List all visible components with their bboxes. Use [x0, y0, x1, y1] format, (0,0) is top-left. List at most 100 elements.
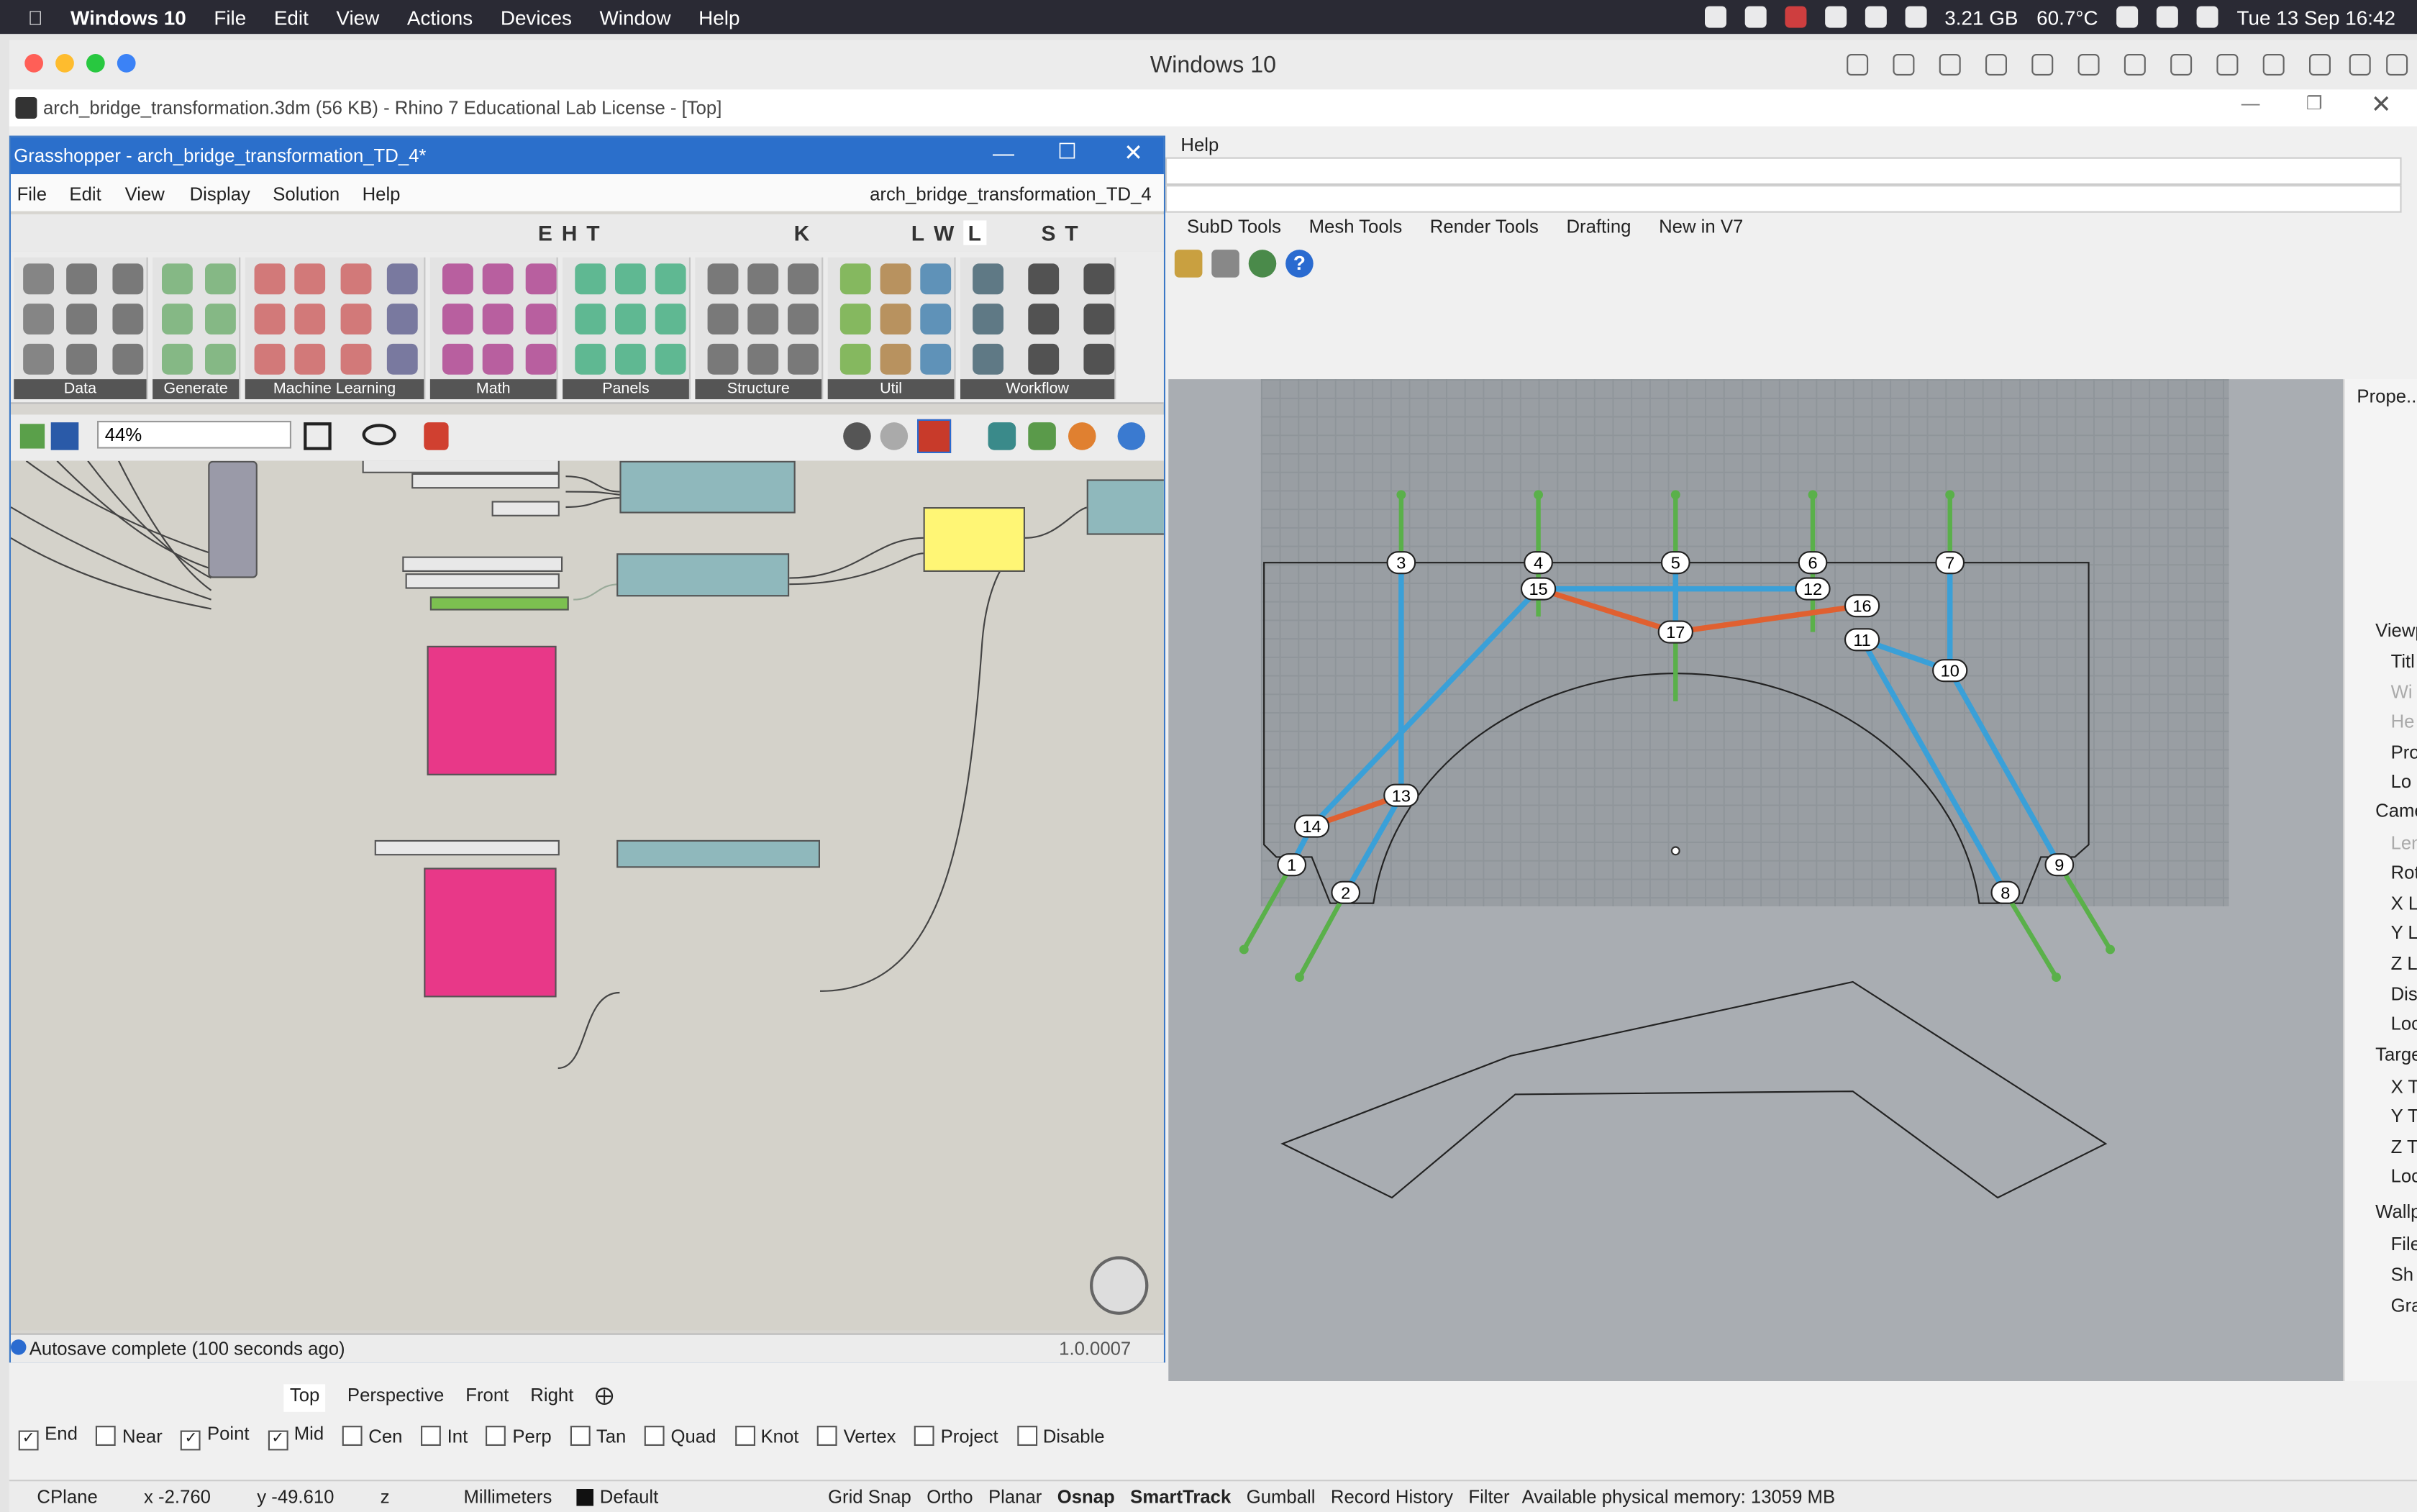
rhino-maximize-icon[interactable]: ❐: [2306, 93, 2323, 114]
component-icon[interactable]: [839, 343, 871, 375]
display-sphere-icon[interactable]: [1117, 422, 1146, 450]
globe-icon[interactable]: [2077, 54, 2100, 76]
component-icon[interactable]: [707, 304, 739, 334]
back-icon[interactable]: [2349, 54, 2371, 76]
component-icon[interactable]: [66, 343, 97, 375]
gh-menu-solution[interactable]: Solution: [273, 183, 340, 205]
component-icon[interactable]: [340, 263, 372, 295]
osnap-checkbox[interactable]: [1016, 1426, 1037, 1446]
gh-menu-edit[interactable]: Edit: [69, 183, 101, 205]
osnap-checkbox[interactable]: [96, 1426, 117, 1446]
mute-icon[interactable]: [1985, 54, 2007, 76]
component-tab[interactable]: L: [911, 220, 924, 245]
mac-menu-help[interactable]: Help: [698, 6, 739, 29]
boolean-toggle[interactable]: [429, 596, 569, 611]
gh-menu-display[interactable]: Display: [190, 183, 250, 205]
mac-menu-actions[interactable]: Actions: [407, 6, 473, 29]
component-icon[interactable]: [575, 263, 606, 295]
component-tab[interactable]: H: [562, 220, 578, 245]
osnap-vertex[interactable]: Vertex: [817, 1426, 896, 1447]
ortho-toggle[interactable]: Ortho: [927, 1486, 973, 1508]
drive-icon[interactable]: [2216, 54, 2239, 76]
cluster-component[interactable]: [619, 460, 796, 514]
panel-yellow[interactable]: [923, 507, 1025, 572]
component-icon[interactable]: [386, 343, 418, 375]
camera-off-icon[interactable]: [2031, 54, 2054, 76]
component-icon[interactable]: [747, 263, 779, 295]
mac-app-name[interactable]: Windows 10: [70, 6, 186, 29]
osnap-int[interactable]: Int: [421, 1426, 468, 1447]
tab-mesh-tools[interactable]: Mesh Tools: [1309, 216, 1403, 244]
wifi-icon[interactable]: [1904, 6, 1926, 28]
component-icon[interactable]: [254, 304, 286, 334]
number-slider[interactable]: [491, 501, 560, 516]
component-icon[interactable]: [482, 343, 514, 375]
temperature-readout[interactable]: 60.7°C: [2036, 6, 2098, 29]
component-icon[interactable]: [66, 263, 97, 295]
component-icon[interactable]: [920, 304, 952, 334]
component-icon[interactable]: [575, 304, 606, 334]
gh-maximize-icon[interactable]: ☐: [1057, 139, 1077, 165]
viewport-tab-perspective[interactable]: Perspective: [347, 1384, 444, 1412]
component-icon[interactable]: [747, 304, 779, 334]
calendar-icon[interactable]: [1824, 6, 1847, 28]
material-icon[interactable]: [1068, 422, 1096, 450]
osnap-checkbox[interactable]: [421, 1426, 442, 1446]
gh-menu-file[interactable]: File: [17, 183, 47, 205]
osnap-checkbox[interactable]: [486, 1426, 506, 1446]
component-icon[interactable]: [254, 263, 286, 295]
component-tab[interactable]: W: [934, 220, 954, 245]
component-tab-active[interactable]: L: [963, 220, 986, 245]
current-layer[interactable]: Default: [600, 1486, 658, 1508]
component-icon[interactable]: [788, 263, 819, 295]
search-icon[interactable]: [2157, 6, 2179, 28]
component-icon[interactable]: [1028, 304, 1060, 334]
component-icon[interactable]: [1028, 343, 1060, 375]
network-icon[interactable]: [1744, 6, 1766, 28]
merge-component[interactable]: [208, 460, 258, 578]
component-icon[interactable]: [482, 304, 514, 334]
top-viewport[interactable]: 1 2 3 4 5 6 7 8 9 10 11 12 13 14 15 16 17: [1168, 379, 2344, 1381]
component-icon[interactable]: [973, 263, 1003, 295]
command-input[interactable]: [1165, 185, 2402, 213]
mesh-settings-icon[interactable]: [1028, 422, 1056, 450]
mac-menu-devices[interactable]: Devices: [501, 6, 572, 29]
component-icon[interactable]: [525, 263, 557, 295]
component-icon[interactable]: [973, 343, 1003, 375]
preview-selected-icon[interactable]: [917, 419, 952, 453]
component-icon[interactable]: [23, 263, 54, 295]
keyboard-icon[interactable]: [1847, 54, 1869, 76]
preview-eye-icon[interactable]: [362, 424, 396, 446]
osnap-checkbox[interactable]: [342, 1426, 363, 1446]
parallels-icon[interactable]: [1784, 6, 1806, 28]
osnap-checkbox[interactable]: [645, 1426, 665, 1446]
pink-group[interactable]: [424, 867, 557, 998]
component-icon[interactable]: [788, 304, 819, 334]
component-icon[interactable]: [23, 343, 54, 375]
gh-menu-view[interactable]: View: [125, 183, 165, 205]
component-icon[interactable]: [482, 263, 514, 295]
mac-menu-view[interactable]: View: [336, 6, 379, 29]
gh-minimize-icon[interactable]: —: [993, 140, 1014, 165]
tab-render-tools[interactable]: Render Tools: [1430, 216, 1539, 244]
grasshopper-canvas[interactable]: [11, 460, 1164, 1331]
osnap-point[interactable]: ✓ Point: [181, 1423, 250, 1451]
gear-icon[interactable]: [1174, 250, 1203, 278]
tab-new-in-v7[interactable]: New in V7: [1659, 216, 1743, 244]
component-icon[interactable]: [920, 343, 952, 375]
component-icon[interactable]: [788, 343, 819, 375]
component-icon[interactable]: [655, 263, 686, 295]
smarttrack-toggle[interactable]: SmartTrack: [1130, 1486, 1231, 1508]
gh-close-icon[interactable]: ✕: [1124, 139, 1143, 166]
rhino-menu-help[interactable]: Help: [1180, 134, 1219, 155]
cube-icon[interactable]: [1864, 6, 1886, 28]
osnap-tan[interactable]: Tan: [570, 1426, 626, 1447]
component-icon[interactable]: [294, 304, 326, 334]
cplane-label[interactable]: CPlane: [37, 1486, 97, 1508]
number-slider[interactable]: [374, 839, 560, 856]
record-history-toggle[interactable]: Record History: [1331, 1486, 1453, 1508]
component-icon[interactable]: [340, 304, 372, 334]
open-icon[interactable]: [19, 424, 45, 449]
component-icon[interactable]: [839, 263, 871, 295]
video-icon[interactable]: [2262, 54, 2285, 76]
